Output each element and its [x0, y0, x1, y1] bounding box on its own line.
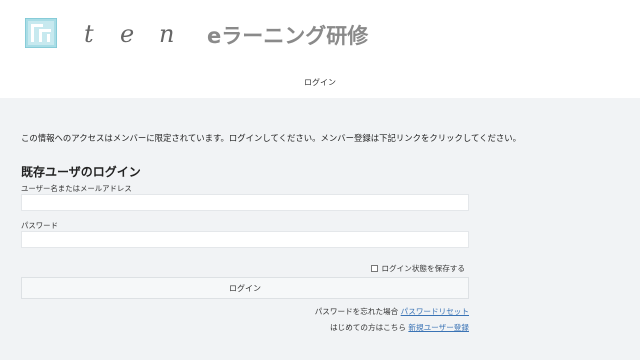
site-title[interactable]: eラーニング研修	[207, 20, 368, 50]
logo-letter-t: t	[84, 20, 94, 48]
logo-letter-n: n	[159, 20, 175, 48]
register-line: はじめての方はこちら 新規ユーザー登録	[330, 322, 469, 333]
forgot-password-text: パスワードを忘れた場合	[314, 307, 399, 316]
access-notice: この情報へのアクセスはメンバーに限定されています。ログインしてください。メンバー…	[21, 133, 521, 143]
password-label: パスワード	[21, 221, 58, 230]
forgot-password-line: パスワードを忘れた場合 パスワードリセット	[315, 306, 469, 317]
password-reset-link[interactable]: パスワードリセット	[401, 307, 469, 316]
register-text: はじめての方はこちら	[330, 323, 406, 332]
password-input[interactable]	[21, 231, 469, 248]
remember-checkbox[interactable]	[371, 265, 379, 272]
username-input[interactable]	[21, 194, 469, 211]
login-heading: 既存ユーザのログイン	[21, 165, 141, 179]
username-label: ユーザー名またはメールアドレス	[21, 184, 132, 193]
remember-label[interactable]: ログイン状態を保存する	[381, 263, 465, 274]
register-link[interactable]: 新規ユーザー登録	[408, 323, 469, 332]
login-button[interactable]: ログイン	[21, 277, 469, 299]
ten-logo-icon[interactable]	[25, 18, 57, 48]
remember-me[interactable]: ログイン状態を保存する	[371, 263, 465, 274]
nav-login-link[interactable]: ログイン	[0, 77, 640, 88]
logo-letter-e: e	[120, 20, 135, 48]
site-header: t e n eラーニング研修 ログイン	[0, 0, 640, 98]
